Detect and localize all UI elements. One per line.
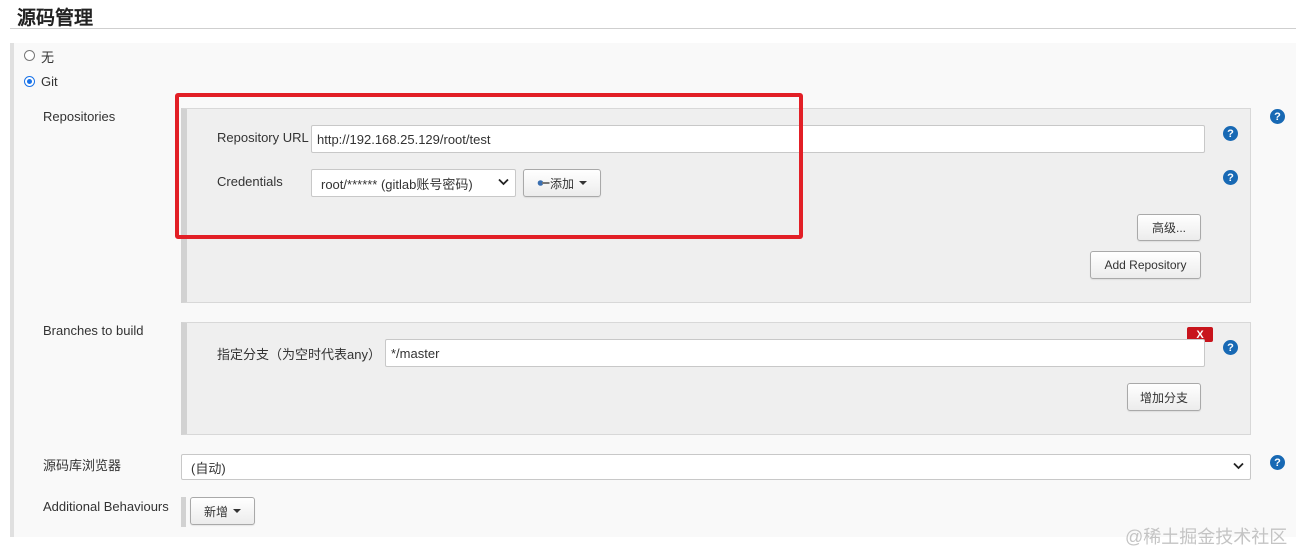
title-divider bbox=[10, 28, 1296, 29]
radio-none[interactable] bbox=[24, 50, 35, 61]
repo-browser-select-value: (自动) bbox=[191, 460, 226, 476]
behaviours-indent-bar bbox=[181, 497, 186, 527]
radio-none-label: 无 bbox=[41, 50, 55, 65]
advanced-button[interactable]: 高级... bbox=[1137, 214, 1201, 241]
chevron-down-icon bbox=[1233, 462, 1244, 470]
highlight-box bbox=[175, 93, 803, 239]
watermark: @稀土掘金技术社区 bbox=[1125, 527, 1288, 547]
branch-specifier-input[interactable]: */master bbox=[385, 339, 1205, 367]
repo-browser-help-icon[interactable]: ? bbox=[1270, 455, 1285, 470]
radio-git[interactable] bbox=[24, 76, 35, 87]
repo-browser-select[interactable]: (自动) bbox=[181, 454, 1251, 480]
dropdown-caret-icon bbox=[233, 509, 241, 513]
credentials-help-icon[interactable]: ? bbox=[1223, 170, 1238, 185]
repositories-label: Repositories bbox=[43, 109, 116, 124]
repository-url-help-icon[interactable]: ? bbox=[1223, 126, 1238, 141]
branches-label: Branches to build bbox=[43, 323, 144, 338]
repositories-help-icon[interactable]: ? bbox=[1270, 109, 1285, 124]
behaviours-label: Additional Behaviours bbox=[43, 499, 169, 514]
branch-specifier-label: 指定分支（为空时代表any） bbox=[217, 347, 381, 362]
branch-help-icon[interactable]: ? bbox=[1223, 340, 1238, 355]
repo-browser-label: 源码库浏览器 bbox=[43, 458, 122, 473]
page-title: 源码管理 bbox=[17, 8, 94, 29]
add-repository-button[interactable]: Add Repository bbox=[1090, 251, 1201, 279]
radio-git-label: Git bbox=[41, 74, 58, 89]
add-behaviour-label: 新增 bbox=[203, 504, 228, 519]
add-branch-button[interactable]: 增加分支 bbox=[1127, 383, 1201, 411]
add-behaviour-button[interactable]: 新增 bbox=[190, 497, 255, 525]
